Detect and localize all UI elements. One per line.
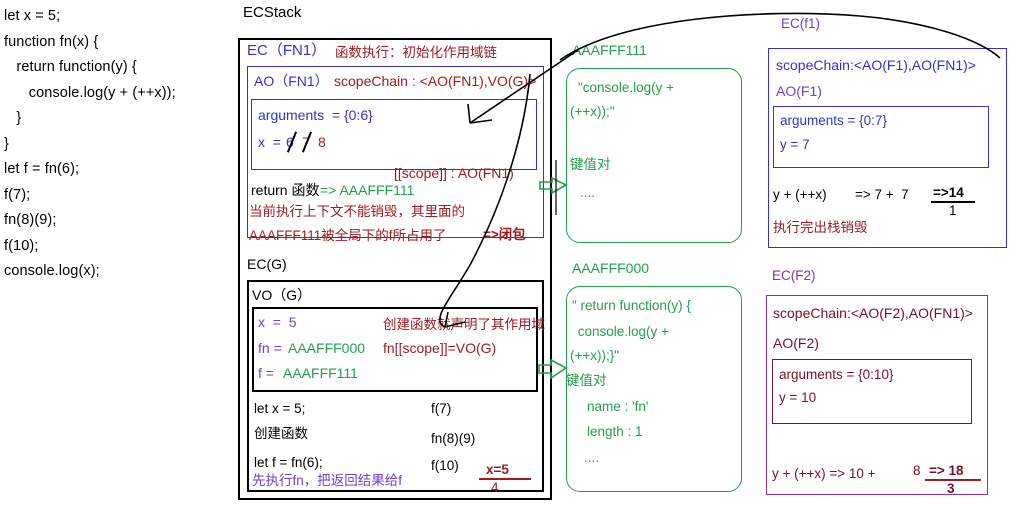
- heap-aaafff000-kv-label: 键值对: [566, 373, 607, 388]
- ec-f1-scopechain: scopeChain:<AO(F1),AO(FN1)>: [776, 57, 976, 73]
- heap-aaafff000-kv-item: name : 'fn': [587, 399, 649, 414]
- heap-aaafff111-kv-label: 键值对: [570, 157, 611, 172]
- ec-g-call: f(7): [431, 401, 452, 416]
- ec-f1-y: y = 7: [780, 137, 810, 152]
- ec-g-result-bottom: 4: [491, 480, 499, 495]
- heap-aaafff000-body: console.log(y +: [574, 324, 669, 339]
- vo-g-fn-label: fn =: [258, 340, 282, 356]
- code-line: fn(8)(9);: [4, 212, 57, 228]
- ec-f1-arrow: => 7 + 7: [855, 187, 909, 202]
- ec-fn1-closure-label: =>闭包: [483, 227, 526, 242]
- ec-fn1-note: 函数执行：初始化作用域链: [335, 45, 497, 60]
- ec-g-result-top: x=5: [486, 462, 509, 477]
- heap-aaafff000-body: (++x));}": [570, 348, 620, 363]
- ao-fn1-scopechain: scopeChain : <AO(FN1),VO(G)>: [334, 73, 537, 89]
- diagram-canvas: let x = 5; function fn(x) { return funct…: [0, 0, 1024, 520]
- ec-f2-operand: 8: [913, 463, 921, 478]
- ec-g-label: EC(G): [247, 256, 287, 272]
- ec-fn1-label: EC（FN1）: [247, 42, 327, 59]
- ec-g-step: let x = 5;: [254, 401, 306, 416]
- vo-g-fn-scope: fn[[scope]]=VO(G): [383, 340, 497, 356]
- ec-f1-arguments: arguments = {0:7}: [780, 113, 887, 128]
- ao-fn1-label: AO（FN1）: [254, 73, 329, 89]
- heap-aaafff000-kv-item: length : 1: [587, 424, 643, 439]
- code-line: }: [4, 135, 9, 152]
- ec-f2-order: 3: [947, 481, 955, 496]
- ec-f2-arguments: arguments = {0:10}: [779, 367, 894, 382]
- ec-fn1-return-label: return 函数: [251, 182, 320, 198]
- ao-fn1-x-label: x =: [258, 134, 281, 150]
- ecstack-title: ECStack: [243, 4, 302, 21]
- vo-g-f-value: AAAFFF111: [283, 365, 358, 381]
- code-line: f(7);: [4, 186, 31, 203]
- ec-f2-expr: y + (++x) => 10 +: [772, 466, 876, 481]
- fraction-rule: [479, 478, 531, 480]
- ao-fn1-arguments: arguments = {0:6}: [258, 107, 373, 123]
- ec-g-step: let f = fn(6);: [254, 455, 323, 470]
- ec-f1-label: EC(f1): [781, 16, 821, 31]
- ec-g-call: fn(8)(9): [431, 431, 476, 446]
- vo-g-fn-value: AAAFFF000: [288, 340, 366, 356]
- code-line: }: [4, 110, 22, 126]
- ao-fn1-x-value-8: 8: [318, 134, 326, 150]
- ec-f1-result: =>14: [933, 185, 964, 200]
- ec-f2-y: y = 10: [779, 390, 817, 405]
- vo-g-label: VO（G）: [252, 287, 312, 303]
- ec-f1-destroy-note: 执行完出栈销毁: [773, 220, 868, 235]
- code-line: console.log(x);: [4, 263, 100, 279]
- heap-aaafff111-label: AAAFFF111: [572, 42, 647, 58]
- vo-g-x: x = 5: [258, 314, 297, 330]
- code-line: return function(y) {: [4, 59, 137, 75]
- code-listing: let x = 5; function fn(x) { return funct…: [4, 4, 234, 285]
- heap-aaafff000-ellipsis: ....: [584, 450, 600, 465]
- code-line: let f = fn(6);: [4, 161, 80, 177]
- heap-aaafff111-ellipsis: ....: [580, 185, 596, 200]
- ec-fn1-note2: 当前执行上下文不能销毁，其里面的: [249, 204, 465, 219]
- code-line: f(10);: [4, 237, 39, 254]
- ec-g-call: f(10): [431, 458, 459, 473]
- ec-f2-label: EC(F2): [772, 268, 816, 283]
- ec-f1-order: 1: [949, 203, 957, 218]
- ec-f2-scopechain: scopeChain:<AO(F2),AO(FN1)>: [773, 305, 973, 321]
- code-line: function fn(x) {: [4, 33, 99, 50]
- ec-f2-result: => 18: [929, 463, 964, 478]
- heap-aaafff000-label: AAAFFF000: [572, 260, 650, 276]
- heap-aaafff111-body: (++x));": [570, 104, 615, 119]
- vo-g-f-label: f =: [258, 365, 274, 381]
- ec-f2-ao-label: AO(F2): [773, 335, 819, 351]
- ao-fn1-scope-prop: [[scope]] : AO(FN1): [394, 165, 514, 181]
- heap-aaafff111-body: "console.log(y +: [578, 80, 674, 95]
- ec-f1-ao-label: AO(F1): [776, 83, 822, 99]
- ec-g-step: 创建函数: [254, 426, 308, 441]
- ec-g-step-sub: 先执行fn，把返回结果给f: [252, 473, 403, 488]
- vo-g-create-note: 创建函数就声明了其作用域: [383, 317, 545, 332]
- code-line: console.log(y + (++x));: [4, 84, 176, 101]
- heap-aaafff000-body: " return function(y) {: [572, 298, 691, 313]
- ec-fn1-note3: AAAFFF111被全局下的f所占用了: [249, 228, 447, 243]
- ec-f1-expr: y + (++x): [773, 187, 827, 202]
- code-line: let x = 5;: [4, 8, 61, 24]
- ec-fn1-return-value: => AAAFFF111: [320, 182, 415, 198]
